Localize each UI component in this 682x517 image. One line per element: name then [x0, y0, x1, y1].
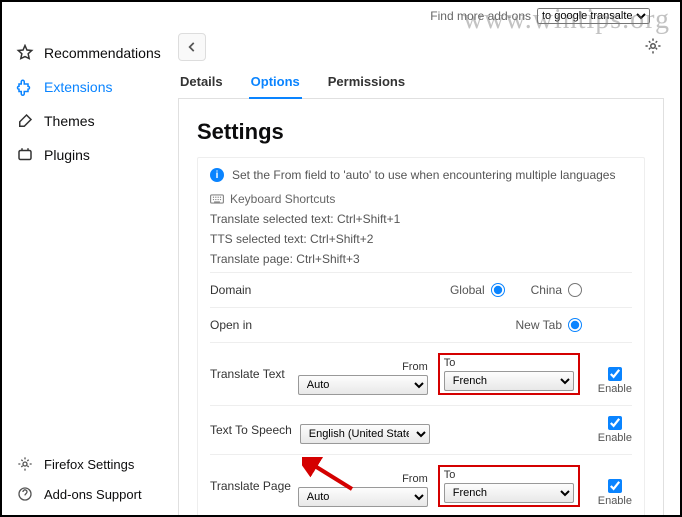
row-openin: Open in New Tab	[210, 307, 632, 342]
sidebar-item-recommendations[interactable]: Recommendations	[2, 36, 162, 70]
enable-label: Enable	[598, 432, 632, 444]
kb-title: Keyboard Shortcuts	[230, 192, 335, 206]
enable-label: Enable	[598, 383, 632, 395]
tab-permissions[interactable]: Permissions	[326, 66, 407, 98]
sidebar-item-label: Extensions	[44, 79, 112, 95]
radio-domain-china[interactable]	[568, 283, 582, 297]
gear-icon	[644, 37, 662, 55]
info-box: i Set the From field to 'auto' to use wh…	[197, 157, 645, 515]
from-label: From	[298, 361, 428, 373]
kb-shortcut-1: Translate selected text: Ctrl+Shift+1	[210, 212, 632, 226]
sidebar-item-themes[interactable]: Themes	[2, 104, 162, 138]
keyboard-icon	[210, 193, 224, 205]
tts-enable-checkbox[interactable]	[608, 416, 622, 430]
back-button[interactable]	[178, 33, 206, 61]
row-translate-text: Translate Text From Auto To French Enable	[210, 342, 632, 405]
translate-text-from-select[interactable]: Auto	[298, 375, 428, 395]
topbar: Find more add-ons to google transalte	[2, 2, 680, 30]
info-hint: Set the From field to 'auto' to use when…	[232, 168, 615, 182]
radio-label-global: Global	[450, 283, 485, 297]
page-title: Settings	[197, 119, 645, 145]
settings-gear-button[interactable]	[644, 37, 664, 57]
translate-page-from-select[interactable]: Auto	[298, 487, 428, 507]
radio-openin-newtab[interactable]	[568, 318, 582, 332]
chevron-left-icon	[185, 40, 199, 54]
row-tts: Text To Speech English (United States) E…	[210, 405, 632, 454]
sidebar: Recommendations Extensions Themes Plugin…	[2, 30, 162, 515]
radio-label-china: China	[531, 283, 562, 297]
enable-label: Enable	[598, 495, 632, 507]
tabs: Details Options Permissions	[178, 66, 664, 99]
help-icon	[16, 485, 34, 503]
to-label: To	[444, 469, 574, 481]
row-label: Open in	[210, 318, 320, 332]
star-icon	[16, 44, 34, 62]
row-label: Translate Text	[210, 367, 298, 381]
kb-shortcut-2: TTS selected text: Ctrl+Shift+2	[210, 232, 632, 246]
kb-shortcut-3: Translate page: Ctrl+Shift+3	[210, 252, 632, 266]
sidebar-item-label: Firefox Settings	[44, 457, 134, 472]
from-label: From	[298, 473, 428, 485]
highlight-box: To French	[438, 465, 580, 507]
sidebar-item-label: Recommendations	[44, 45, 161, 61]
highlight-box: To French	[438, 353, 580, 395]
to-label: To	[444, 357, 574, 369]
radio-domain-global[interactable]	[491, 283, 505, 297]
sidebar-item-addons-support[interactable]: Add-ons Support	[2, 479, 162, 509]
sidebar-item-firefox-settings[interactable]: Firefox Settings	[2, 449, 162, 479]
sidebar-item-plugins[interactable]: Plugins	[2, 138, 162, 172]
gear-icon	[16, 455, 34, 473]
row-domain: Domain Global China	[210, 272, 632, 307]
translate-text-enable-checkbox[interactable]	[608, 367, 622, 381]
tab-details[interactable]: Details	[178, 66, 225, 98]
tab-options[interactable]: Options	[249, 66, 302, 99]
row-label: Text To Speech	[210, 423, 300, 437]
row-label: Translate Page	[210, 479, 298, 493]
puzzle-icon	[16, 78, 34, 96]
find-more-select[interactable]: to google transalte	[537, 8, 650, 24]
brush-icon	[16, 112, 34, 130]
translate-page-enable-checkbox[interactable]	[608, 479, 622, 493]
main-panel: Details Options Permissions Settings i S…	[162, 30, 680, 515]
sidebar-item-extensions[interactable]: Extensions	[2, 70, 162, 104]
tts-language-select[interactable]: English (United States)	[300, 424, 430, 444]
find-more-label: Find more add-ons	[430, 9, 531, 23]
translate-text-to-select[interactable]: French	[444, 371, 574, 391]
translate-page-to-select[interactable]: French	[444, 483, 574, 503]
plugin-icon	[16, 146, 34, 164]
sidebar-item-label: Add-ons Support	[44, 487, 142, 502]
info-icon: i	[210, 168, 224, 182]
sidebar-item-label: Plugins	[44, 147, 90, 163]
row-label: Domain	[210, 283, 320, 297]
row-translate-page: Translate Page From Auto To French Enable	[210, 454, 632, 515]
radio-label-newtab: New Tab	[516, 318, 562, 332]
sidebar-item-label: Themes	[44, 113, 95, 129]
